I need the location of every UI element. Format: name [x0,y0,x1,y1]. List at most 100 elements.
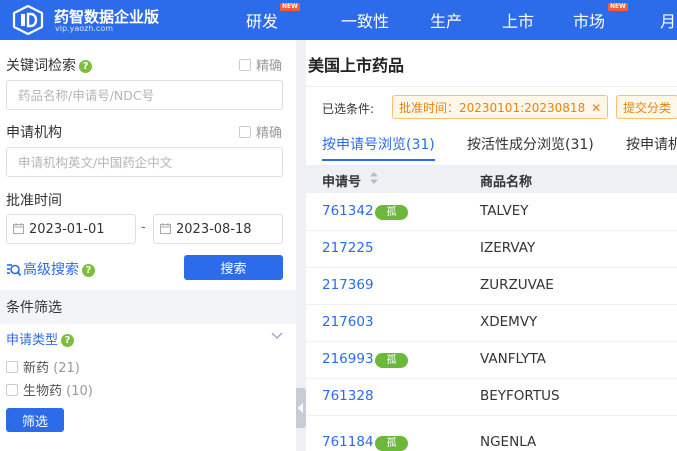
search-button[interactable]: 搜索 [184,255,283,280]
nav-label: 生产 [430,12,463,31]
table-header: 申请号 商品名称 [306,165,677,193]
application-number-link[interactable]: 217603 [322,314,374,330]
page-title: 美国上市药品 [308,56,405,75]
product-name: VANFLYTA [480,351,546,367]
checkbox-icon[interactable] [6,384,18,396]
selected-conditions-label: 已选条件: [322,102,375,116]
calendar-icon [13,223,24,234]
application-number-link[interactable]: 761184 [322,434,374,450]
tag-label: 批准时间：20230101:20230818 [399,101,586,115]
logo-url: vip.yaozh.com [55,24,114,33]
application-type-toggle[interactable]: 申请类型? [6,329,75,348]
tab-by-applicant[interactable]: 按申请机 [626,134,677,154]
application-number-link[interactable]: 217369 [322,277,374,293]
logo[interactable]: 药智数据企业版 vip.yaozh.com [12,5,222,35]
help-icon[interactable]: ? [61,334,75,347]
product-name: NGENLA [480,434,537,450]
date-to-value: 2023-08-18 [176,222,252,237]
applicant-input-box[interactable] [6,147,283,177]
nav-item-listing[interactable]: 上市 [502,8,534,32]
product-name: BEYFORTUS [480,388,560,404]
applicant-label: 申请机构 [6,125,62,141]
option-label: 生物药 [23,384,63,399]
advanced-search-icon [7,264,22,277]
sort-icon[interactable] [369,171,379,185]
checkbox-icon[interactable] [239,59,251,71]
nav-item-production[interactable]: 生产 [430,8,462,32]
new-badge: NEW [608,3,628,11]
new-badge: NEW [280,3,300,11]
column-header-app-no[interactable]: 申请号 [322,171,361,190]
product-name: ZURZUVAE [480,277,554,293]
orphan-drug-badge: 孤 [375,205,408,220]
applicant-input[interactable] [7,148,282,176]
close-icon[interactable]: ✕ [591,101,601,115]
search-sidebar: 关键词检索? 精确 申请机构 精确 批准时间 2023-01-01 - 2023… [0,40,296,451]
chevron-down-icon[interactable] [271,332,283,340]
product-name: XDEMVY [480,314,538,330]
sidebar-collapse-handle[interactable] [296,388,306,428]
option-biologic[interactable]: 生物药 (10) [6,380,93,399]
checkbox-icon[interactable] [6,361,18,373]
exact-label: 精确 [256,126,283,141]
nav-item-more[interactable]: 月 [660,8,676,32]
tag-label: 提交分类 [623,101,672,115]
nav-item-market[interactable]: 市场 NEW [573,3,628,32]
keyword-exact-checkbox[interactable]: 精确 [239,55,282,74]
exact-label: 精确 [256,59,283,74]
advanced-search-link[interactable]: 高级搜索? [6,259,95,279]
nav-label: 研发 [246,12,279,31]
approval-time-label: 批准时间 [6,193,62,209]
nav-label: 月 [660,12,677,31]
filter-section-header: 条件筛选 [0,290,296,324]
main-content: 美国上市药品 已选条件: 批准时间：20230101:20230818 ✕ 提交分… [306,40,677,451]
date-separator: - [141,220,146,235]
condition-tag-approval-time[interactable]: 批准时间：20230101:20230818 ✕ [392,95,609,119]
help-icon[interactable]: ? [82,264,95,277]
calendar-icon [160,223,171,234]
tab-by-application-number[interactable]: 按申请号浏览(31) [322,134,435,161]
application-number-link[interactable]: 761342 [322,203,374,219]
help-icon[interactable]: ? [79,60,92,73]
table-row: 217603 XDEMVY [306,305,677,342]
keyword-label-text: 关键词检索 [6,58,76,74]
table-row: 761328 BEYFORTUS [306,379,677,416]
checkbox-icon[interactable] [239,126,251,138]
table-row: 761342 孤 TALVEY [306,194,677,231]
column-header-product-name: 商品名称 [480,175,533,190]
nav-item-consistency[interactable]: 一致性 [341,8,389,32]
top-navigation-bar: 药智数据企业版 vip.yaozh.com 研发 NEW 一致性 生产 上市 市… [0,0,677,40]
option-count: (21) [53,361,80,376]
keyword-input[interactable] [7,81,282,109]
nav-label: 一致性 [341,12,390,31]
application-number-link[interactable]: 216993 [322,351,374,367]
nav-item-research[interactable]: 研发 NEW [246,3,300,32]
option-count: (10) [66,384,93,399]
logo-icon [12,5,44,35]
date-to-picker[interactable]: 2023-08-18 [153,214,283,244]
application-number-link[interactable]: 761328 [322,388,374,404]
orphan-drug-badge: 孤 [375,353,408,368]
product-name: TALVEY [480,203,529,219]
keyword-label: 关键词检索? [6,55,92,75]
option-label: 新药 [23,361,50,376]
keyword-input-box[interactable] [6,80,283,110]
nav-label: 市场 [573,12,606,31]
application-type-label: 申请类型 [6,333,59,348]
table-row: 761184 孤 NGENLA [306,425,677,451]
table-row: 217369 ZURZUVAE [306,268,677,305]
divider [306,86,677,87]
application-number-link[interactable]: 217225 [322,240,374,256]
filter-button[interactable]: 筛选 [6,408,64,432]
condition-tag-submission[interactable]: 提交分类 [616,95,677,119]
date-from-value: 2023-01-01 [29,222,105,237]
advanced-search-text: 高级搜索 [23,262,79,278]
date-from-picker[interactable]: 2023-01-01 [6,214,136,244]
applicant-exact-checkbox[interactable]: 精确 [239,122,282,141]
product-name: IZERVAY [480,240,536,256]
option-new-drug[interactable]: 新药 (21) [6,357,80,376]
filter-title: 条件筛选 [6,300,62,316]
tab-by-active-ingredient[interactable]: 按活性成分浏览(31) [467,134,594,154]
table-row: 216993 孤 VANFLYTA [306,342,677,379]
nav-label: 上市 [502,12,535,31]
